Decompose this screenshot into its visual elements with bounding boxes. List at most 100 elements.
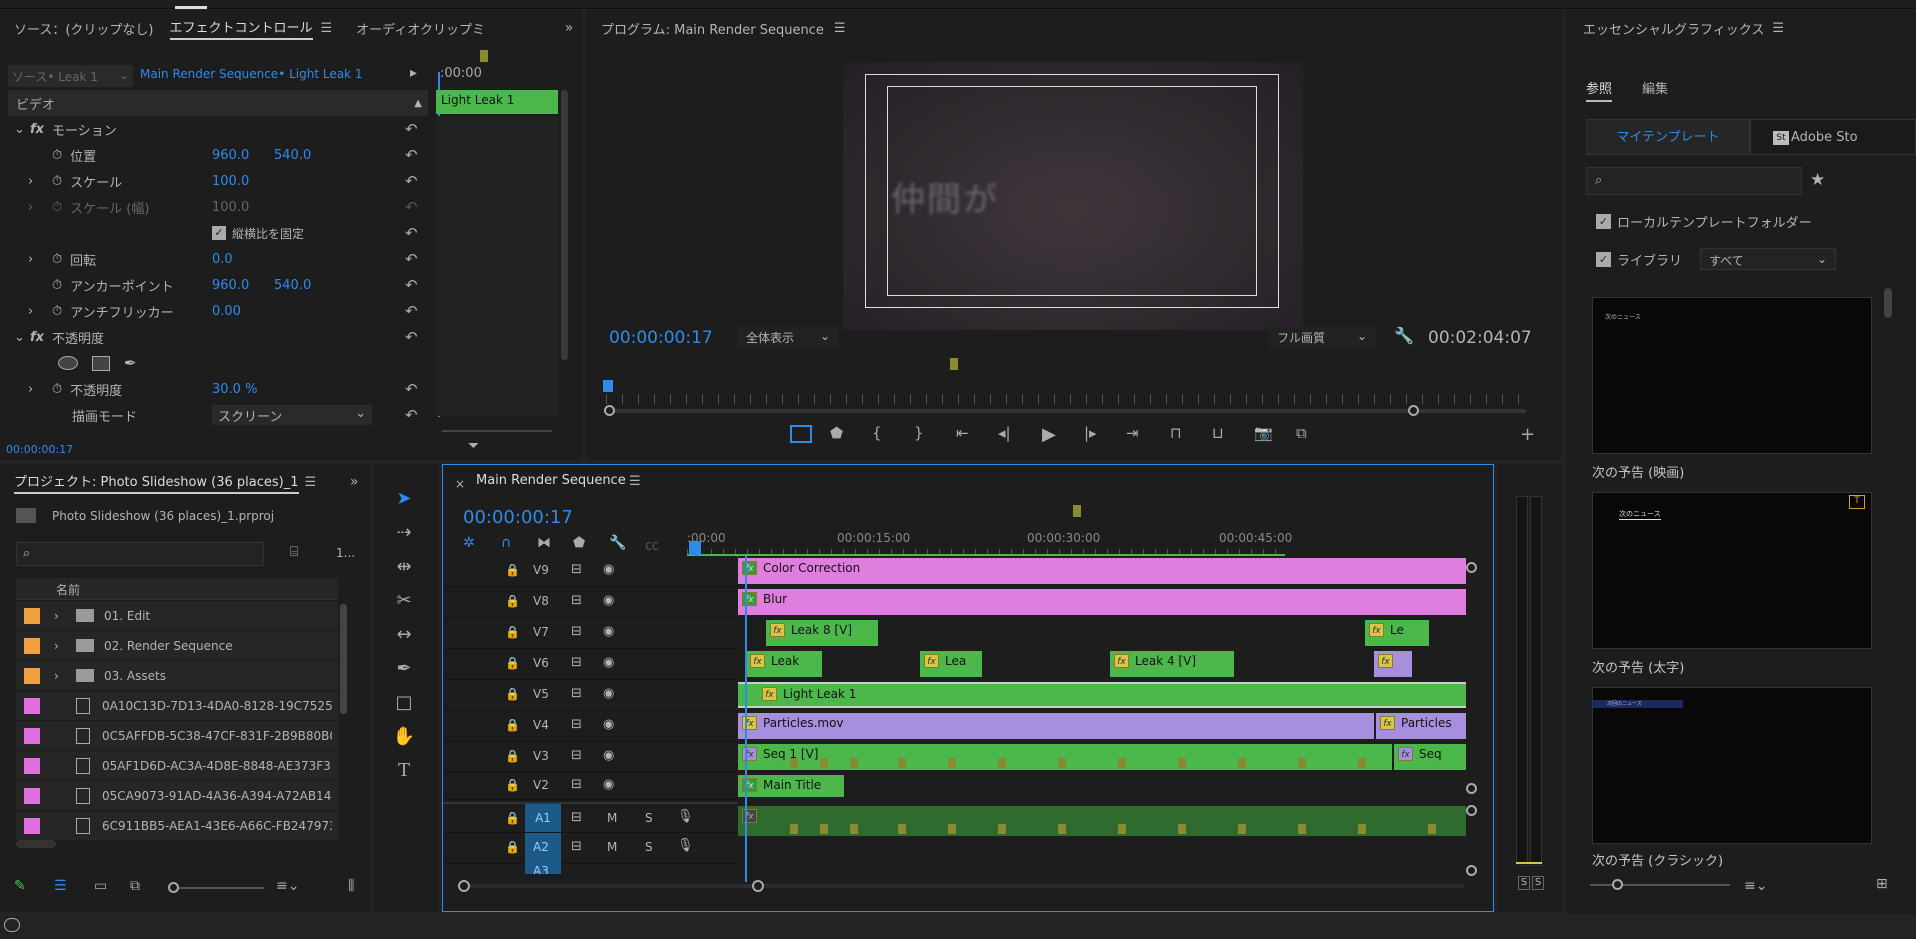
reset-motion-icon[interactable]: ↶ [405, 116, 425, 142]
antiflicker-value[interactable]: 0.00 [212, 304, 241, 319]
clip-particles-2[interactable]: fx Particles [1376, 713, 1466, 739]
track-row-v8[interactable]: 🔒 V8 ⊟ ◉ [443, 587, 737, 618]
track-row-v6[interactable]: 🔒 V6 ⊟ ◉ [443, 649, 737, 680]
rectangle-mask-icon[interactable] [92, 355, 110, 371]
slider-handle[interactable] [1612, 879, 1623, 890]
clip-seq[interactable]: fx Seq [1394, 744, 1466, 770]
captions-icon[interactable]: ㏄ [645, 535, 659, 555]
microphone-icon[interactable]: 🎙 [677, 838, 694, 853]
column-header-name[interactable]: 名前 [16, 578, 338, 600]
list-item[interactable]: › 02. Render Sequence [16, 631, 338, 661]
rotation-value[interactable]: 0.0 [212, 252, 233, 267]
reset-antiflicker-icon[interactable]: ↶ [405, 298, 425, 324]
timeline-scroll-handle-left[interactable] [458, 880, 470, 892]
list-item[interactable]: 0C5AFFDB-5C38-47CF-831F-2B9B80B0 [16, 721, 338, 751]
project-hscrollbar[interactable] [16, 840, 56, 848]
track-row-v2[interactable]: 🔒 V2 ⊟ ◉ [443, 773, 737, 800]
track-row-v4[interactable]: 🔒 V4 ⊟ ◉ [443, 711, 737, 742]
list-item[interactable]: 05CA9073-91AD-4A36-A394-A72AB14 [16, 781, 338, 811]
clip-purple-fx[interactable]: fx [1374, 651, 1412, 677]
template-thumbnail-2[interactable]: 次のニュース T [1592, 492, 1872, 649]
sync-lock-icon[interactable]: ⊟ [571, 810, 582, 825]
video-tracks-resize-handle-bottom[interactable] [1466, 783, 1477, 794]
mute-button[interactable]: M [607, 840, 617, 854]
opacity-value[interactable]: 30.0 % [212, 382, 257, 397]
lift-icon[interactable]: ⊓ [1170, 424, 1182, 442]
timeline-timecode[interactable]: 00:00:00:17 [463, 507, 573, 528]
list-item[interactable]: › 03. Assets [16, 661, 338, 691]
reset-scale-icon[interactable]: ↶ [405, 168, 425, 194]
favorite-star-icon[interactable]: ★ [1810, 170, 1825, 190]
chevron-right-icon[interactable]: › [28, 304, 52, 319]
play-only-audio-icon[interactable]: ▸ [410, 65, 417, 81]
eye-icon[interactable]: ◉ [603, 686, 614, 701]
lock-icon[interactable]: 🔒 [505, 625, 520, 639]
stopwatch-icon[interactable]: ⏱ [52, 252, 62, 267]
track-row-a3[interactable]: A3 [443, 864, 737, 874]
clip-leak-4[interactable]: fx Leak 4 [V] [1110, 651, 1234, 677]
solo-button[interactable]: S [645, 840, 653, 854]
find-icon[interactable]: ⌸ [290, 544, 298, 560]
mute-button[interactable]: M [607, 811, 617, 825]
zoom-dropdown[interactable]: 全体表示 ⌄ [738, 326, 838, 348]
program-scroll-handle-left[interactable] [604, 405, 615, 416]
list-view-icon[interactable]: ☰ [54, 878, 67, 894]
panel-menu-icon[interactable]: ☰ [629, 474, 641, 489]
lock-icon[interactable]: 🔒 [505, 687, 520, 701]
ripple-edit-tool-icon[interactable]: ⇹ [392, 556, 416, 580]
list-item[interactable]: 05AF1D6D-AC3A-4D8E-8848-AE373F3 [16, 751, 338, 781]
sort-icon[interactable]: ≡⌄ [1744, 878, 1767, 894]
chevron-right-icon[interactable]: › [28, 252, 52, 267]
mark-in-icon[interactable]: { [872, 424, 882, 442]
eye-icon[interactable]: ◉ [603, 624, 614, 639]
timeline-hscrollbar[interactable] [460, 884, 1464, 888]
expand-panels-icon[interactable]: » [350, 474, 359, 490]
template-thumbnail-3[interactable]: 次回のニュース [1592, 687, 1872, 844]
project-search-input[interactable]: ⌕ [16, 542, 264, 566]
new-item-icon[interactable]: ⊞ [1876, 876, 1888, 892]
chevron-right-icon[interactable]: › [54, 669, 76, 683]
tab-edit[interactable]: 編集 [1642, 78, 1668, 97]
add-marker-icon[interactable]: ⬟ [573, 535, 585, 551]
reset-rotation-icon[interactable]: ↶ [405, 246, 425, 272]
blend-mode-dropdown[interactable]: スクリーン ⌄ [212, 405, 372, 425]
track-select-tool-icon[interactable]: ⇢ [392, 522, 416, 546]
tab-effect-controls[interactable]: エフェクトコントロール [169, 17, 313, 40]
mark-out-icon[interactable]: } [914, 424, 924, 442]
safe-margins-button[interactable] [790, 425, 812, 443]
eye-icon[interactable]: ◉ [603, 777, 614, 792]
anchor-x-value[interactable]: 960.0 [212, 278, 249, 293]
lock-icon[interactable]: 🔒 [505, 594, 520, 608]
quality-dropdown[interactable]: フル画質 ⌄ [1269, 326, 1375, 348]
filter-icon[interactable]: ⏷ [468, 438, 479, 454]
more-tools-icon[interactable]: ⫼ [348, 878, 354, 894]
meter-solo-right[interactable]: S [1532, 876, 1544, 890]
lock-icon[interactable]: 🔒 [505, 656, 520, 670]
thumbnail-size-slider[interactable] [1590, 879, 1730, 890]
sync-lock-icon[interactable]: ⊟ [571, 839, 582, 854]
clip-blur[interactable]: fx Blur [738, 589, 1466, 615]
stopwatch-icon[interactable]: ⏱ [52, 278, 62, 293]
template-search-input[interactable]: ⌕ [1586, 167, 1802, 195]
sync-lock-icon[interactable]: ⊟ [571, 686, 582, 701]
program-scroll-handle-right[interactable] [1408, 405, 1419, 416]
sync-lock-icon[interactable]: ⊟ [571, 717, 582, 732]
mini-scrollbar[interactable] [561, 90, 568, 360]
stopwatch-icon[interactable]: ⏱ [52, 382, 62, 397]
eye-icon[interactable]: ◉ [603, 748, 614, 763]
track-row-a2[interactable]: 🔒 A2 ⊟ M S 🎙 [443, 833, 737, 864]
add-button-icon[interactable]: + [1520, 424, 1535, 445]
clip-light-leak-1[interactable]: fx Light Leak 1 [738, 682, 1466, 708]
play-icon[interactable]: ▶ [1042, 424, 1056, 445]
go-to-in-icon[interactable]: ⇤ [956, 424, 969, 442]
rectangle-tool-icon[interactable]: □ [392, 692, 416, 716]
list-item[interactable]: › 01. Edit [16, 601, 338, 631]
reset-blend-icon[interactable]: ↶ [405, 402, 425, 428]
step-back-icon[interactable]: ◂| [998, 424, 1011, 442]
panel-menu-icon[interactable]: ☰ [1772, 21, 1784, 36]
pen-mask-icon[interactable]: ✒ [124, 354, 137, 372]
icon-view-icon[interactable]: ▭ [94, 878, 107, 894]
program-timecode[interactable]: 00:00:00:17 [609, 328, 713, 348]
sequence-clip-label[interactable]: Main Render Sequence• Light Leak 1 [140, 67, 362, 81]
scale-value[interactable]: 100.0 [212, 174, 249, 189]
